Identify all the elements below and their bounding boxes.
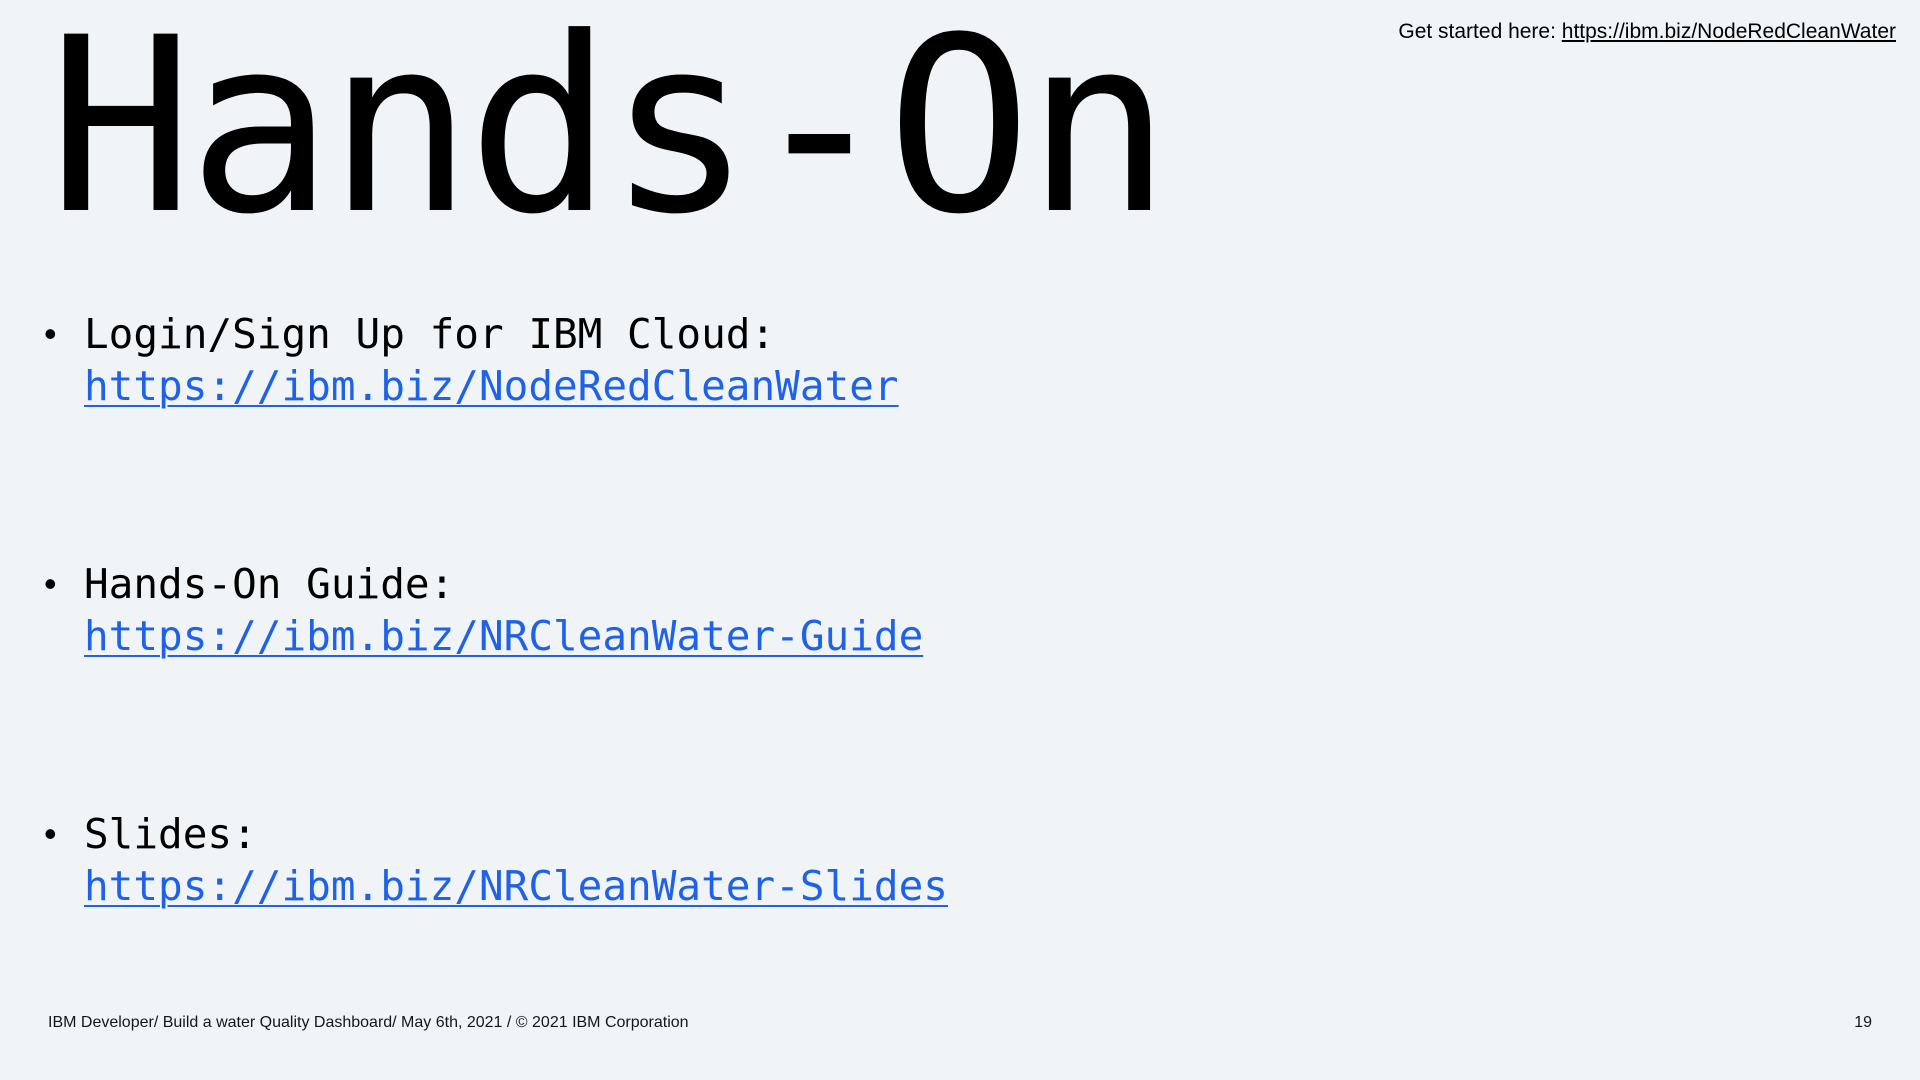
login-label: Login/Sign Up for IBM Cloud:	[84, 310, 776, 358]
link-list: • Login/Sign Up for IBM Cloud: https://i…	[44, 308, 948, 1058]
guide-link[interactable]: https://ibm.biz/NRCleanWater-Guide	[84, 610, 948, 662]
login-link[interactable]: https://ibm.biz/NodeRedCleanWater	[84, 360, 948, 412]
footer-text: IBM Developer/ Build a water Quality Das…	[48, 1014, 689, 1031]
slide-title: Hands-On	[48, 0, 1172, 268]
slides-label: Slides:	[84, 810, 257, 858]
bullet-icon: •	[44, 563, 57, 604]
guide-label: Hands-On Guide:	[84, 560, 455, 608]
list-item-login: • Login/Sign Up for IBM Cloud: https://i…	[44, 308, 948, 558]
get-started-link[interactable]: https://ibm.biz/NodeRedCleanWater	[1562, 20, 1896, 43]
get-started-label: Get started here:	[1398, 20, 1562, 43]
page-number: 19	[1854, 1014, 1872, 1031]
get-started-note: Get started here: https://ibm.biz/NodeRe…	[1398, 20, 1896, 44]
bullet-icon: •	[44, 813, 57, 854]
bullet-icon: •	[44, 313, 57, 354]
slide: Get started here: https://ibm.biz/NodeRe…	[0, 0, 1920, 1080]
list-item-guide: • Hands-On Guide: https://ibm.biz/NRClea…	[44, 558, 948, 808]
slides-link[interactable]: https://ibm.biz/NRCleanWater-Slides	[84, 860, 948, 912]
